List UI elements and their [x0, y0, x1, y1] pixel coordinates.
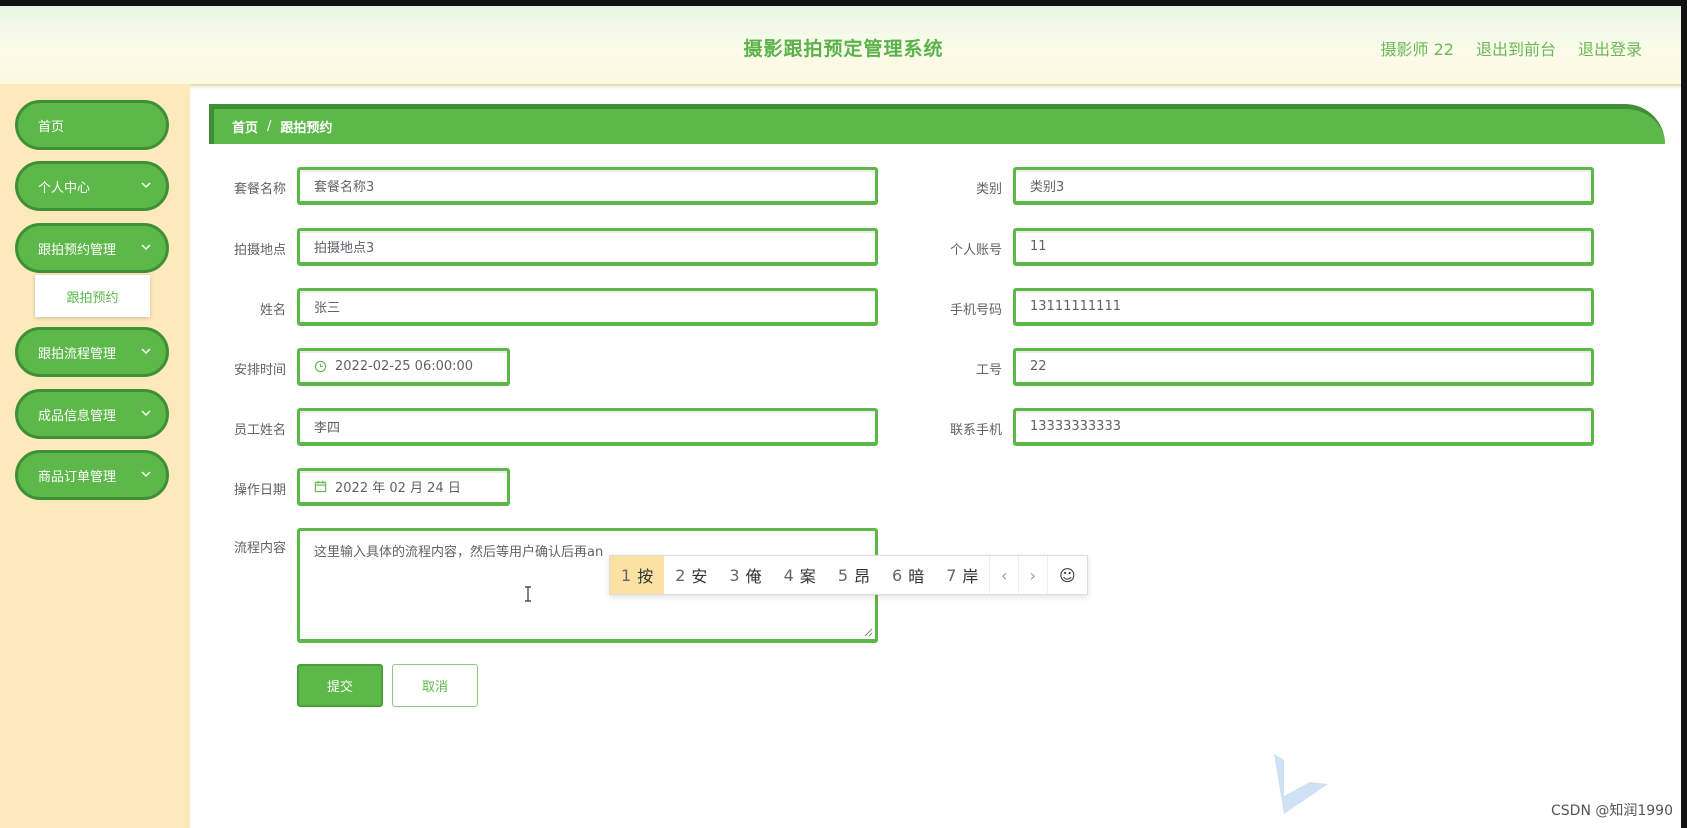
name-input[interactable]: 张三 — [297, 288, 878, 326]
ime-candidate[interactable]: 2安 — [664, 556, 718, 594]
phone-input[interactable]: 13111111111 — [1013, 288, 1594, 326]
category-input[interactable]: 类别3 — [1013, 167, 1594, 205]
ime-candidate[interactable]: 1按 — [610, 556, 665, 594]
chevron-down-icon — [141, 410, 151, 416]
location-label: 拍摄地点 — [233, 243, 286, 258]
sidebar-item-order-management[interactable]: 商品订单管理 — [15, 450, 169, 500]
sidebar-item-label: 跟拍流程管理 — [38, 346, 117, 362]
breadcrumb-current: 跟拍预约 — [280, 121, 333, 136]
breadcrumb: 首页 / 跟拍预约 — [209, 104, 1665, 144]
submit-button[interactable]: 提交 — [297, 664, 383, 707]
breadcrumb-separator: / — [267, 119, 272, 134]
ime-prev-page-icon[interactable]: ‹ — [989, 556, 1018, 594]
process-label: 流程内容 — [233, 541, 286, 556]
sidebar-item-personal-center[interactable]: 个人中心 — [15, 161, 169, 211]
ime-candidate[interactable]: 6暗 — [881, 556, 935, 594]
op-date-value: 2022 年 02 月 24 日 — [335, 481, 461, 496]
phone-label: 手机号码 — [949, 303, 1002, 318]
op-date-picker[interactable]: 2022 年 02 月 24 日 — [297, 468, 510, 506]
current-user: 摄影师 22 — [1380, 40, 1454, 59]
ime-candidate[interactable]: 3俺 — [718, 556, 772, 594]
sidebar-item-home[interactable]: 首页 — [15, 100, 169, 150]
sidebar-item-label: 跟拍预约管理 — [38, 242, 117, 258]
text-cursor-icon — [525, 586, 531, 602]
resize-handle-icon[interactable] — [863, 627, 873, 637]
staff-no-input[interactable]: 22 — [1013, 348, 1594, 386]
sidebar-item-booking-management[interactable]: 跟拍预约管理 — [15, 223, 169, 273]
ime-next-page-icon[interactable]: › — [1018, 556, 1047, 594]
staff-name-input[interactable]: 李四 — [297, 408, 878, 446]
sidebar-item-label: 个人中心 — [38, 180, 91, 196]
chevron-down-icon — [141, 348, 151, 354]
package-name-label: 套餐名称 — [233, 182, 286, 197]
op-date-label: 操作日期 — [233, 483, 286, 498]
window-edge — [1681, 0, 1687, 828]
schedule-label: 安排时间 — [233, 363, 286, 378]
watermark-text: CSDN @知润1990 — [1551, 803, 1673, 819]
schedule-value: 2022-02-25 06:00:00 — [335, 359, 474, 374]
chevron-down-icon — [141, 182, 151, 188]
exit-to-front-link[interactable]: 退出到前台 — [1476, 36, 1556, 60]
submenu-item-booking[interactable]: 跟拍预约 — [35, 275, 150, 317]
process-text: 这里输入具体的流程内容，然后等用户确认后再an — [314, 545, 604, 560]
staff-name-label: 员工姓名 — [233, 423, 286, 438]
chevron-down-icon — [141, 244, 151, 250]
category-label: 类别 — [975, 182, 1002, 197]
name-label: 姓名 — [259, 303, 286, 318]
header-actions: 摄影师 22 退出到前台 退出登录 — [1381, 36, 1642, 60]
sidebar: 首页 个人中心 跟拍预约管理 跟拍流程管理 成品信息管理 商品订单管理 — [0, 84, 190, 828]
calendar-icon — [314, 480, 327, 493]
ime-candidate-bar: 1按 2安 3俺 4案 5昂 6暗 7岸 ‹ › ☺ — [609, 555, 1088, 595]
sidebar-item-label: 成品信息管理 — [38, 408, 117, 424]
emoji-icon[interactable]: ☺ — [1046, 556, 1087, 594]
sidebar-item-product-management[interactable]: 成品信息管理 — [15, 389, 169, 439]
logout-link[interactable]: 退出登录 — [1578, 36, 1642, 60]
cancel-button[interactable]: 取消 — [392, 664, 478, 707]
account-input[interactable]: 11 — [1013, 228, 1594, 266]
account-label: 个人账号 — [949, 243, 1002, 258]
location-input[interactable]: 拍摄地点3 — [297, 228, 878, 266]
chevron-down-icon — [141, 471, 151, 477]
watermark-logo-icon — [1274, 754, 1328, 814]
sidebar-item-label: 首页 — [38, 119, 65, 135]
top-header: 摄影跟拍预定管理系统 摄影师 22 退出到前台 退出登录 — [0, 0, 1687, 84]
sidebar-item-process-management[interactable]: 跟拍流程管理 — [15, 327, 169, 377]
breadcrumb-home[interactable]: 首页 — [232, 117, 258, 136]
contact-phone-input[interactable]: 13333333333 — [1013, 408, 1594, 446]
staff-no-label: 工号 — [975, 363, 1002, 378]
ime-candidate[interactable]: 7岸 — [935, 556, 989, 594]
contact-phone-label: 联系手机 — [949, 423, 1002, 438]
package-name-input[interactable]: 套餐名称3 — [297, 167, 878, 205]
sidebar-item-label: 商品订单管理 — [38, 469, 117, 485]
clock-icon — [314, 360, 327, 373]
schedule-datetime-picker[interactable]: 2022-02-25 06:00:00 — [297, 348, 510, 386]
ime-candidate[interactable]: 5昂 — [827, 556, 881, 594]
ime-candidate[interactable]: 4案 — [773, 556, 827, 594]
